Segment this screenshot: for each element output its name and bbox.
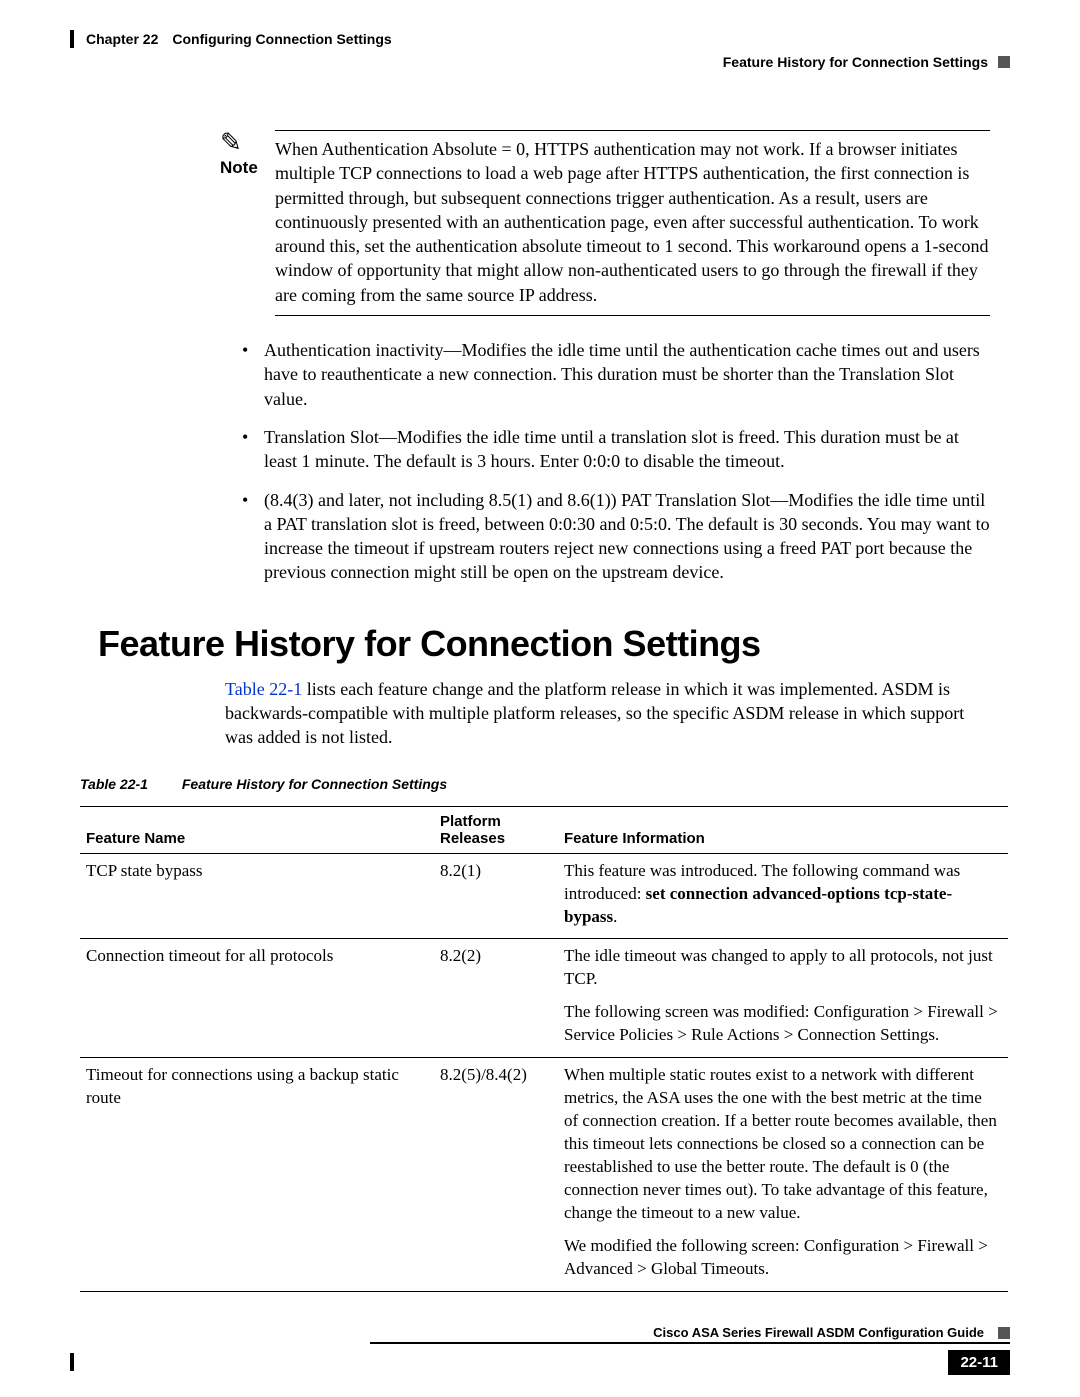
list-item: Translation Slot—Modifies the idle time … [240, 425, 990, 474]
header-square-icon [998, 56, 1010, 68]
running-header-left: Chapter 22 Configuring Connection Settin… [70, 30, 1010, 48]
table-row: TCP state bypass 8.2(1) This feature was… [80, 853, 1008, 939]
footer-square-icon [998, 1327, 1010, 1339]
cell-feature-name: Connection timeout for all protocols [80, 939, 434, 1058]
note-label: Note [220, 158, 258, 177]
footer-left-bar [70, 1353, 74, 1371]
header-left-bar [70, 30, 74, 48]
intro-paragraph: Table 22-1 lists each feature change and… [225, 677, 990, 750]
cell-info: The idle timeout was changed to apply to… [558, 939, 1008, 1058]
list-item: Authentication inactivity—Modifies the i… [240, 338, 990, 411]
note-block: ✎ Note When Authentication Absolute = 0,… [220, 130, 990, 316]
bullet-list: Authentication inactivity—Modifies the i… [240, 338, 990, 585]
list-item: (8.4(3) and later, not including 8.5(1) … [240, 488, 990, 585]
feature-history-table: Feature Name Platform Releases Feature I… [80, 806, 1008, 1292]
page-footer: Cisco ASA Series Firewall ASDM Configura… [370, 1325, 1010, 1375]
chapter-title: Configuring Connection Settings [172, 31, 391, 47]
note-body: When Authentication Absolute = 0, HTTPS … [275, 130, 990, 316]
cell-release: 8.2(5)/8.4(2) [434, 1058, 558, 1291]
page: Chapter 22 Configuring Connection Settin… [0, 0, 1080, 1397]
table-caption-number: Table 22-1 [80, 776, 148, 792]
footer-guide-title: Cisco ASA Series Firewall ASDM Configura… [653, 1325, 984, 1340]
section-heading: Feature History for Connection Settings [98, 623, 1010, 665]
cell-feature-name: Timeout for connections using a backup s… [80, 1058, 434, 1291]
running-header-right: Feature History for Connection Settings [70, 54, 1010, 70]
intro-text: lists each feature change and the platfo… [225, 679, 964, 748]
section-breadcrumb: Feature History for Connection Settings [723, 54, 988, 70]
cell-info: This feature was introduced. The followi… [558, 853, 1008, 939]
pencil-icon: ✎ [220, 130, 275, 156]
table-caption-title: Feature History for Connection Settings [182, 776, 447, 792]
cell-release: 8.2(2) [434, 939, 558, 1058]
table-caption: Table 22-1 Feature History for Connectio… [80, 776, 1010, 792]
table-row: Timeout for connections using a backup s… [80, 1058, 1008, 1291]
col-header-name: Feature Name [80, 806, 434, 853]
page-number: 22-11 [948, 1350, 1010, 1375]
table-row: Connection timeout for all protocols 8.2… [80, 939, 1008, 1058]
col-header-releases: Platform Releases [434, 806, 558, 853]
cell-feature-name: TCP state bypass [80, 853, 434, 939]
cell-release: 8.2(1) [434, 853, 558, 939]
cell-info: When multiple static routes exist to a n… [558, 1058, 1008, 1291]
table-cross-ref-link[interactable]: Table 22-1 [225, 679, 302, 699]
col-header-info: Feature Information [558, 806, 1008, 853]
chapter-number: Chapter 22 [86, 31, 158, 47]
